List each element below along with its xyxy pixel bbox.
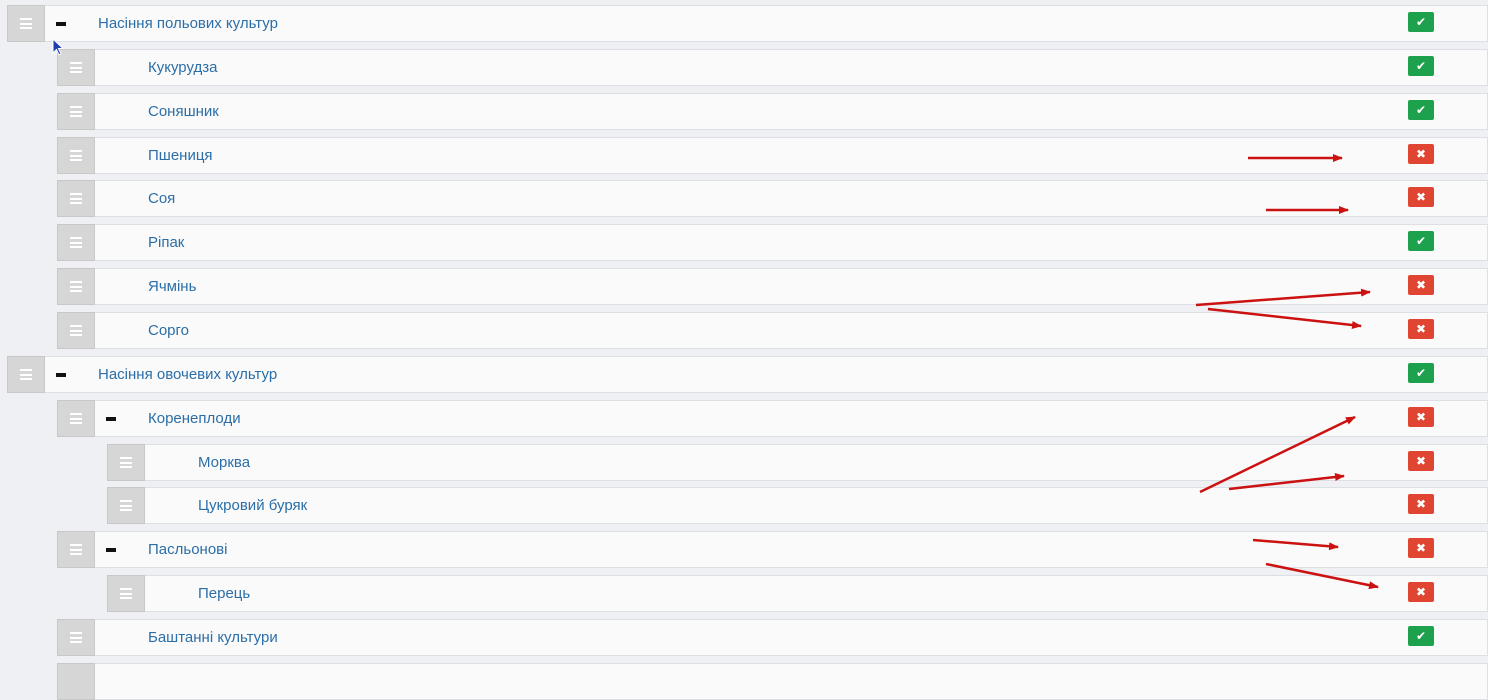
- category-label[interactable]: Кукурудза: [148, 50, 217, 85]
- category-label[interactable]: Соняшник: [148, 94, 219, 129]
- drag-handle-icon[interactable]: [107, 575, 145, 612]
- drag-handle-icon[interactable]: [57, 531, 95, 568]
- status-enabled-check-icon[interactable]: ✔: [1408, 626, 1434, 646]
- status-enabled-check-icon[interactable]: ✔: [1408, 363, 1434, 383]
- tree-row[interactable]: Пшениця ✖: [57, 137, 1488, 174]
- status-disabled-cross-icon[interactable]: ✖: [1408, 494, 1434, 514]
- collapse-minus-icon[interactable]: [106, 548, 116, 552]
- category-label[interactable]: Сорго: [148, 313, 189, 348]
- drag-handle-icon[interactable]: [107, 487, 145, 524]
- category-label[interactable]: Ячмінь: [148, 269, 196, 304]
- drag-handle-icon[interactable]: [7, 5, 45, 42]
- status-disabled-cross-icon[interactable]: ✖: [1408, 319, 1434, 339]
- tree-row[interactable]: Насіння овочевих культур ✔: [7, 356, 1488, 393]
- status-disabled-cross-icon[interactable]: ✖: [1408, 407, 1434, 427]
- category-label[interactable]: Ріпак: [148, 225, 184, 260]
- tree-row[interactable]: Сорго ✖: [57, 312, 1488, 349]
- drag-handle-icon[interactable]: [107, 444, 145, 481]
- category-label[interactable]: Пшениця: [148, 138, 213, 173]
- drag-handle-icon[interactable]: [57, 268, 95, 305]
- tree-row[interactable]: Кукурудза ✔: [57, 49, 1488, 86]
- status-enabled-check-icon[interactable]: ✔: [1408, 100, 1434, 120]
- category-label[interactable]: Баштанні культури: [148, 620, 278, 655]
- drag-handle-icon[interactable]: [57, 180, 95, 217]
- tree-row[interactable]: Баштанні культури ✔: [57, 619, 1488, 656]
- tree-row[interactable]: Морква ✖: [107, 444, 1488, 481]
- category-label[interactable]: Цукровий буряк: [198, 488, 307, 523]
- collapse-minus-icon[interactable]: [56, 22, 66, 26]
- drag-handle-icon[interactable]: [57, 312, 95, 349]
- category-label[interactable]: Соя: [148, 181, 175, 216]
- tree-row[interactable]: Соя ✖: [57, 180, 1488, 217]
- drag-handle-icon[interactable]: [57, 619, 95, 656]
- tree-row[interactable]: Перець ✖: [107, 575, 1488, 612]
- tree-row[interactable]: Ріпак ✔: [57, 224, 1488, 261]
- tree-row[interactable]: Насіння польових культур ✔: [7, 5, 1488, 42]
- status-disabled-cross-icon[interactable]: ✖: [1408, 144, 1434, 164]
- drag-handle-icon[interactable]: [57, 137, 95, 174]
- category-label[interactable]: Коренеплоди: [148, 401, 241, 436]
- tree-row[interactable]: Цукровий буряк ✖: [107, 487, 1488, 524]
- status-disabled-cross-icon[interactable]: ✖: [1408, 451, 1434, 471]
- drag-handle-icon[interactable]: [57, 224, 95, 261]
- tree-row[interactable]: Пасльонові ✖: [57, 531, 1488, 568]
- drag-handle-icon[interactable]: [57, 93, 95, 130]
- category-label[interactable]: Морква: [198, 445, 250, 480]
- status-disabled-cross-icon[interactable]: ✖: [1408, 187, 1434, 207]
- category-label[interactable]: Пасльонові: [148, 532, 227, 567]
- drag-handle-icon[interactable]: [57, 400, 95, 437]
- category-label[interactable]: Перець: [198, 576, 250, 611]
- tree-row[interactable]: Ячмінь ✖: [57, 268, 1488, 305]
- drag-handle-icon: [57, 663, 95, 700]
- status-enabled-check-icon[interactable]: ✔: [1408, 56, 1434, 76]
- tree-row-partial: [57, 663, 1488, 700]
- collapse-minus-icon[interactable]: [56, 373, 66, 377]
- status-enabled-check-icon[interactable]: ✔: [1408, 12, 1434, 32]
- drag-handle-icon[interactable]: [7, 356, 45, 393]
- category-label[interactable]: Насіння польових культур: [98, 6, 278, 41]
- status-enabled-check-icon[interactable]: ✔: [1408, 231, 1434, 251]
- status-disabled-cross-icon[interactable]: ✖: [1408, 275, 1434, 295]
- status-disabled-cross-icon[interactable]: ✖: [1408, 538, 1434, 558]
- mouse-pointer-icon: [52, 38, 64, 56]
- collapse-minus-icon[interactable]: [106, 417, 116, 421]
- tree-row[interactable]: Коренеплоди ✖: [57, 400, 1488, 437]
- tree-row[interactable]: Соняшник ✔: [57, 93, 1488, 130]
- status-disabled-cross-icon[interactable]: ✖: [1408, 582, 1434, 602]
- category-label[interactable]: Насіння овочевих культур: [98, 357, 277, 392]
